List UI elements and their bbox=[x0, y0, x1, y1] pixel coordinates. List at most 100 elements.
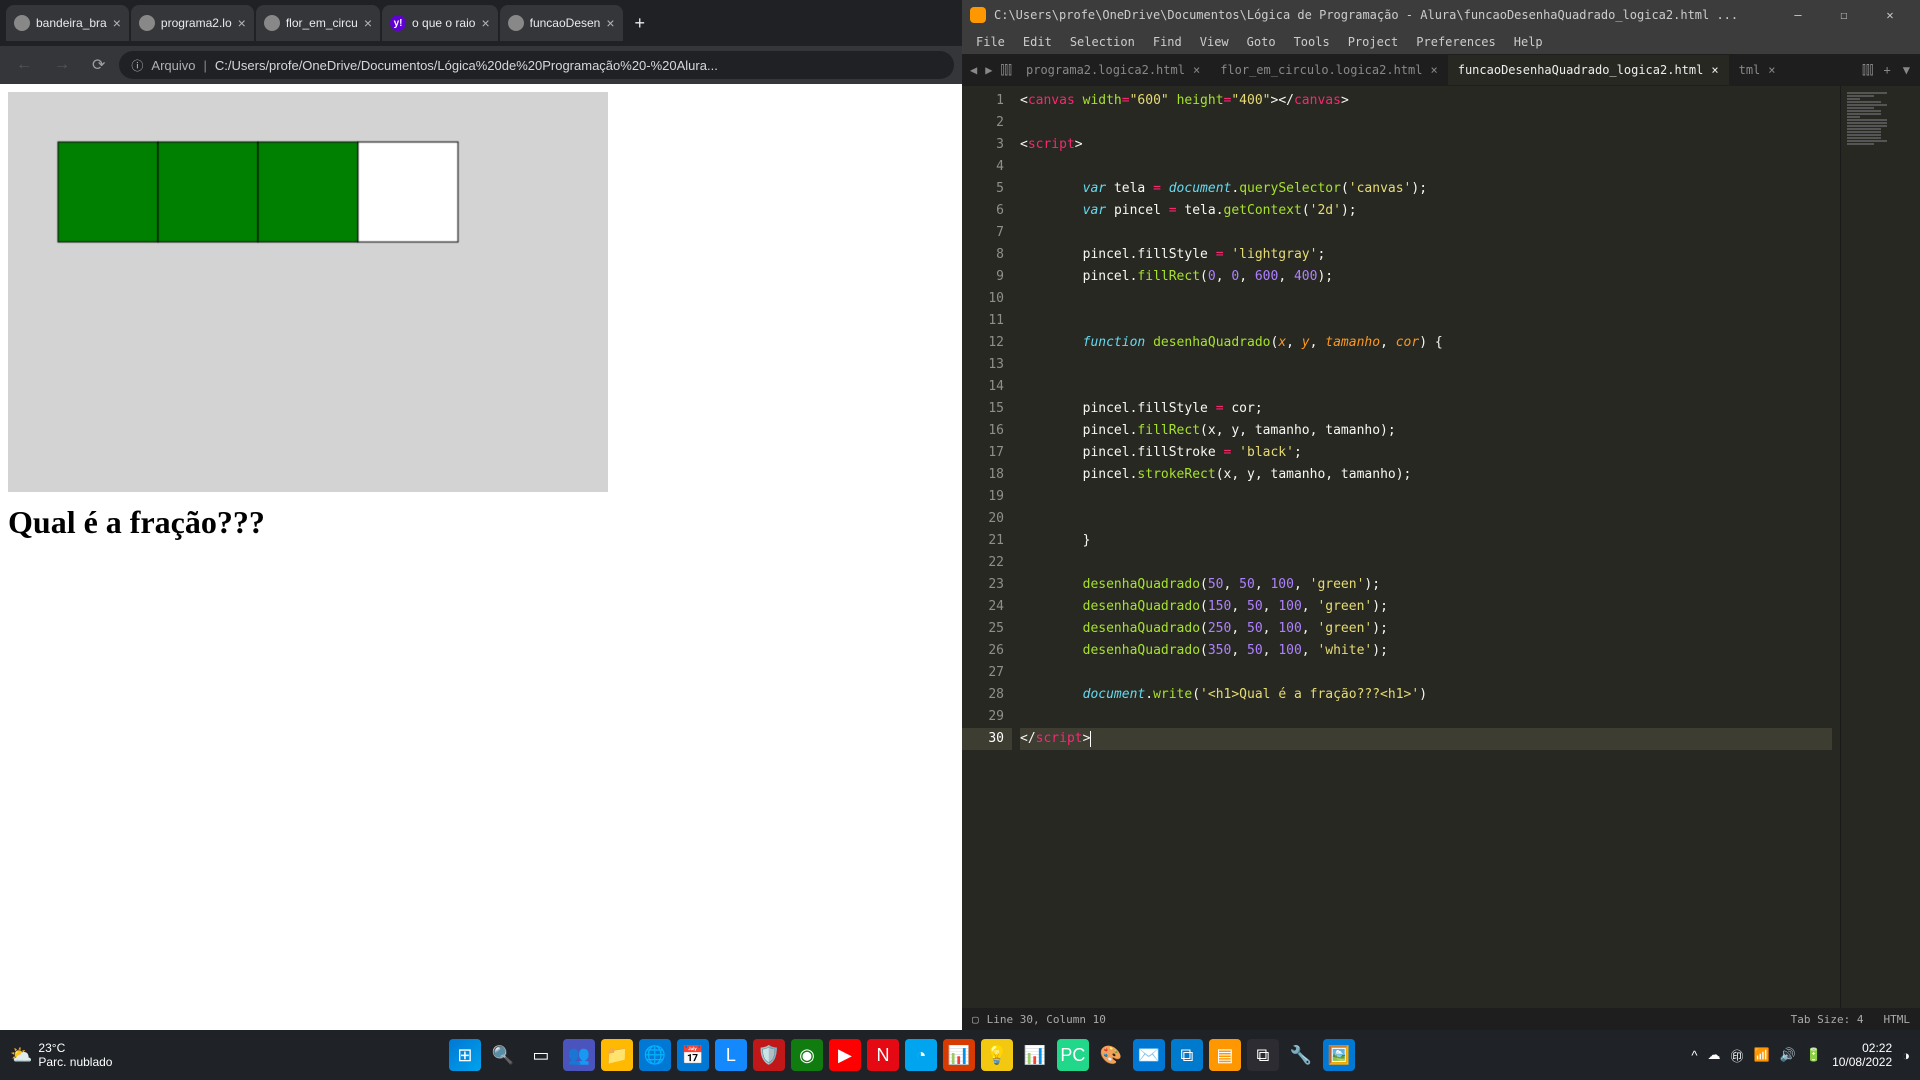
sublime-menubar: File Edit Selection Find View Goto Tools… bbox=[962, 30, 1920, 54]
clock[interactable]: 02:22 10/08/2022 bbox=[1832, 1041, 1892, 1069]
vscode-icon[interactable]: ⧉ bbox=[1171, 1039, 1203, 1071]
menu-find[interactable]: Find bbox=[1145, 33, 1190, 51]
page-heading: Qual é a fração??? bbox=[8, 504, 954, 541]
page-canvas bbox=[8, 92, 608, 492]
vs-icon[interactable]: ⧉ bbox=[1247, 1039, 1279, 1071]
tab-nav-sep: ⫿⫿⫿ bbox=[1858, 63, 1878, 78]
edge-icon[interactable]: 🌐 bbox=[639, 1039, 671, 1071]
start-button[interactable]: ⊞ bbox=[449, 1039, 481, 1071]
syntax-mode[interactable]: HTML bbox=[1884, 1013, 1911, 1026]
battery-icon[interactable]: 🔋 bbox=[1806, 1047, 1822, 1063]
close-icon[interactable]: × bbox=[1711, 63, 1718, 77]
forward-button[interactable]: → bbox=[46, 52, 78, 78]
browser-tab-active[interactable]: funcaoDesen× bbox=[500, 5, 623, 41]
mail-icon[interactable]: ✉️ bbox=[1133, 1039, 1165, 1071]
close-icon[interactable]: × bbox=[1768, 63, 1775, 77]
menu-tools[interactable]: Tools bbox=[1286, 33, 1338, 51]
photos-icon[interactable]: 🖼️ bbox=[1323, 1039, 1355, 1071]
volume-icon[interactable]: 🔊 bbox=[1780, 1047, 1796, 1063]
new-tab-button[interactable]: + bbox=[625, 9, 656, 38]
tips-icon[interactable]: 💡 bbox=[981, 1039, 1013, 1071]
browser-tab[interactable]: bandeira_bra× bbox=[6, 5, 129, 41]
tab-menu-dropdown[interactable]: ▼ bbox=[1897, 63, 1916, 77]
tab-nav-sep: ⫿⫿⫿ bbox=[996, 63, 1016, 78]
globe-icon bbox=[264, 15, 280, 31]
code-area[interactable]: <canvas width="600" height="400"></canva… bbox=[1012, 86, 1840, 1008]
close-icon[interactable]: × bbox=[1430, 63, 1437, 77]
sublime-icon bbox=[970, 7, 986, 23]
taskview-icon[interactable]: ▭ bbox=[525, 1039, 557, 1071]
close-button[interactable]: ✕ bbox=[1868, 1, 1912, 29]
weather-widget[interactable]: ⛅ 23°C Parc. nublado bbox=[10, 1041, 112, 1069]
windows-taskbar: ⛅ 23°C Parc. nublado ⊞ 🔍 ▭ 👥 📁 🌐 📅 L 🛡️ … bbox=[0, 1030, 1920, 1080]
menu-selection[interactable]: Selection bbox=[1062, 33, 1143, 51]
close-icon[interactable]: × bbox=[1193, 63, 1200, 77]
browser-tab[interactable]: programa2.lo× bbox=[131, 5, 254, 41]
minimap[interactable] bbox=[1840, 86, 1920, 1008]
menu-file[interactable]: File bbox=[968, 33, 1013, 51]
browser-tabstrip: bandeira_bra× programa2.lo× flor_em_circ… bbox=[0, 0, 962, 46]
notifications-icon[interactable]: ◑ bbox=[1902, 1048, 1910, 1063]
menu-edit[interactable]: Edit bbox=[1015, 33, 1060, 51]
app-icon[interactable]: L bbox=[715, 1039, 747, 1071]
wifi-icon[interactable]: 📶 bbox=[1754, 1047, 1770, 1063]
site-info-icon[interactable]: ⓘ bbox=[131, 57, 143, 74]
editor-tab-active[interactable]: funcaoDesenhaQuadrado_logica2.html× bbox=[1448, 55, 1729, 85]
youtube-icon[interactable]: ▶ bbox=[829, 1039, 861, 1071]
menu-goto[interactable]: Goto bbox=[1239, 33, 1284, 51]
paint-icon[interactable]: 🎨 bbox=[1095, 1039, 1127, 1071]
browser-tab[interactable]: flor_em_circu× bbox=[256, 5, 380, 41]
netflix-icon[interactable]: N bbox=[867, 1039, 899, 1071]
reload-button[interactable]: ⟳ bbox=[84, 51, 113, 79]
xbox-icon[interactable]: ◉ bbox=[791, 1039, 823, 1071]
menu-project[interactable]: Project bbox=[1340, 33, 1407, 51]
onedrive-icon[interactable]: ☁ bbox=[1708, 1047, 1721, 1063]
mcafee-icon[interactable]: 🛡️ bbox=[753, 1039, 785, 1071]
pycharm-icon[interactable]: PC bbox=[1057, 1039, 1089, 1071]
close-icon[interactable]: × bbox=[113, 15, 121, 31]
new-editor-tab[interactable]: + bbox=[1878, 63, 1897, 77]
explorer-icon[interactable]: 📁 bbox=[601, 1039, 633, 1071]
maximize-button[interactable]: ☐ bbox=[1822, 1, 1866, 29]
editor-tab[interactable]: programa2.logica2.html× bbox=[1016, 55, 1210, 85]
teams-icon[interactable]: 👥 bbox=[563, 1039, 595, 1071]
editor-tab[interactable]: flor_em_circulo.logica2.html× bbox=[1210, 55, 1448, 85]
app-icon[interactable]: 📊 bbox=[1019, 1039, 1051, 1071]
back-button[interactable]: ← bbox=[8, 52, 40, 78]
sublime-titlebar: C:\Users\profe\OneDrive\Documentos\Lógic… bbox=[962, 0, 1920, 30]
office-icon[interactable]: 📊 bbox=[943, 1039, 975, 1071]
status-pane-icon[interactable]: ▢ bbox=[972, 1013, 979, 1026]
close-icon[interactable]: × bbox=[606, 15, 614, 31]
tab-nav-fwd[interactable]: ▶ bbox=[981, 63, 996, 77]
menu-help[interactable]: Help bbox=[1506, 33, 1551, 51]
tray-chevron-icon[interactable]: ^ bbox=[1691, 1048, 1697, 1063]
editor-tab[interactable]: tml× bbox=[1729, 55, 1786, 85]
language-icon[interactable]: ㊞ bbox=[1731, 1046, 1744, 1065]
yahoo-icon: y! bbox=[390, 15, 406, 31]
taskbar-apps: ⊞ 🔍 ▭ 👥 📁 🌐 📅 L 🛡️ ◉ ▶ N ◔ 📊 💡 📊 PC 🎨 ✉️… bbox=[112, 1039, 1691, 1071]
globe-icon bbox=[14, 15, 30, 31]
browser-window: bandeira_bra× programa2.lo× flor_em_circ… bbox=[0, 0, 962, 1030]
editor-area[interactable]: 1234567891011121314151617181920212223242… bbox=[962, 86, 1920, 1008]
globe-icon bbox=[139, 15, 155, 31]
tab-nav-back[interactable]: ◀ bbox=[966, 63, 981, 77]
close-icon[interactable]: × bbox=[364, 15, 372, 31]
system-tray: ^ ☁ ㊞ 📶 🔊 🔋 02:22 10/08/2022 ◑ bbox=[1691, 1041, 1910, 1069]
calendar-icon[interactable]: 📅 bbox=[677, 1039, 709, 1071]
menu-preferences[interactable]: Preferences bbox=[1408, 33, 1503, 51]
browser-viewport: Qual é a fração??? bbox=[0, 84, 962, 1030]
line-gutter: 1234567891011121314151617181920212223242… bbox=[962, 86, 1012, 1008]
browser-toolbar: ← → ⟳ ⓘ Arquivo | C:/Users/profe/OneDriv… bbox=[0, 46, 962, 84]
close-icon[interactable]: × bbox=[481, 15, 489, 31]
browser-tab[interactable]: y!o que o raio× bbox=[382, 5, 498, 41]
close-icon[interactable]: × bbox=[238, 15, 246, 31]
app-icon[interactable]: ◔ bbox=[905, 1039, 937, 1071]
search-icon[interactable]: 🔍 bbox=[487, 1039, 519, 1071]
tab-size[interactable]: Tab Size: 4 bbox=[1791, 1013, 1864, 1026]
minimize-button[interactable]: — bbox=[1776, 1, 1820, 29]
address-bar[interactable]: ⓘ Arquivo | C:/Users/profe/OneDrive/Docu… bbox=[119, 51, 954, 79]
globe-icon bbox=[508, 15, 524, 31]
sublime-icon[interactable]: ▤ bbox=[1209, 1039, 1241, 1071]
app-icon[interactable]: 🔧 bbox=[1285, 1039, 1317, 1071]
menu-view[interactable]: View bbox=[1192, 33, 1237, 51]
